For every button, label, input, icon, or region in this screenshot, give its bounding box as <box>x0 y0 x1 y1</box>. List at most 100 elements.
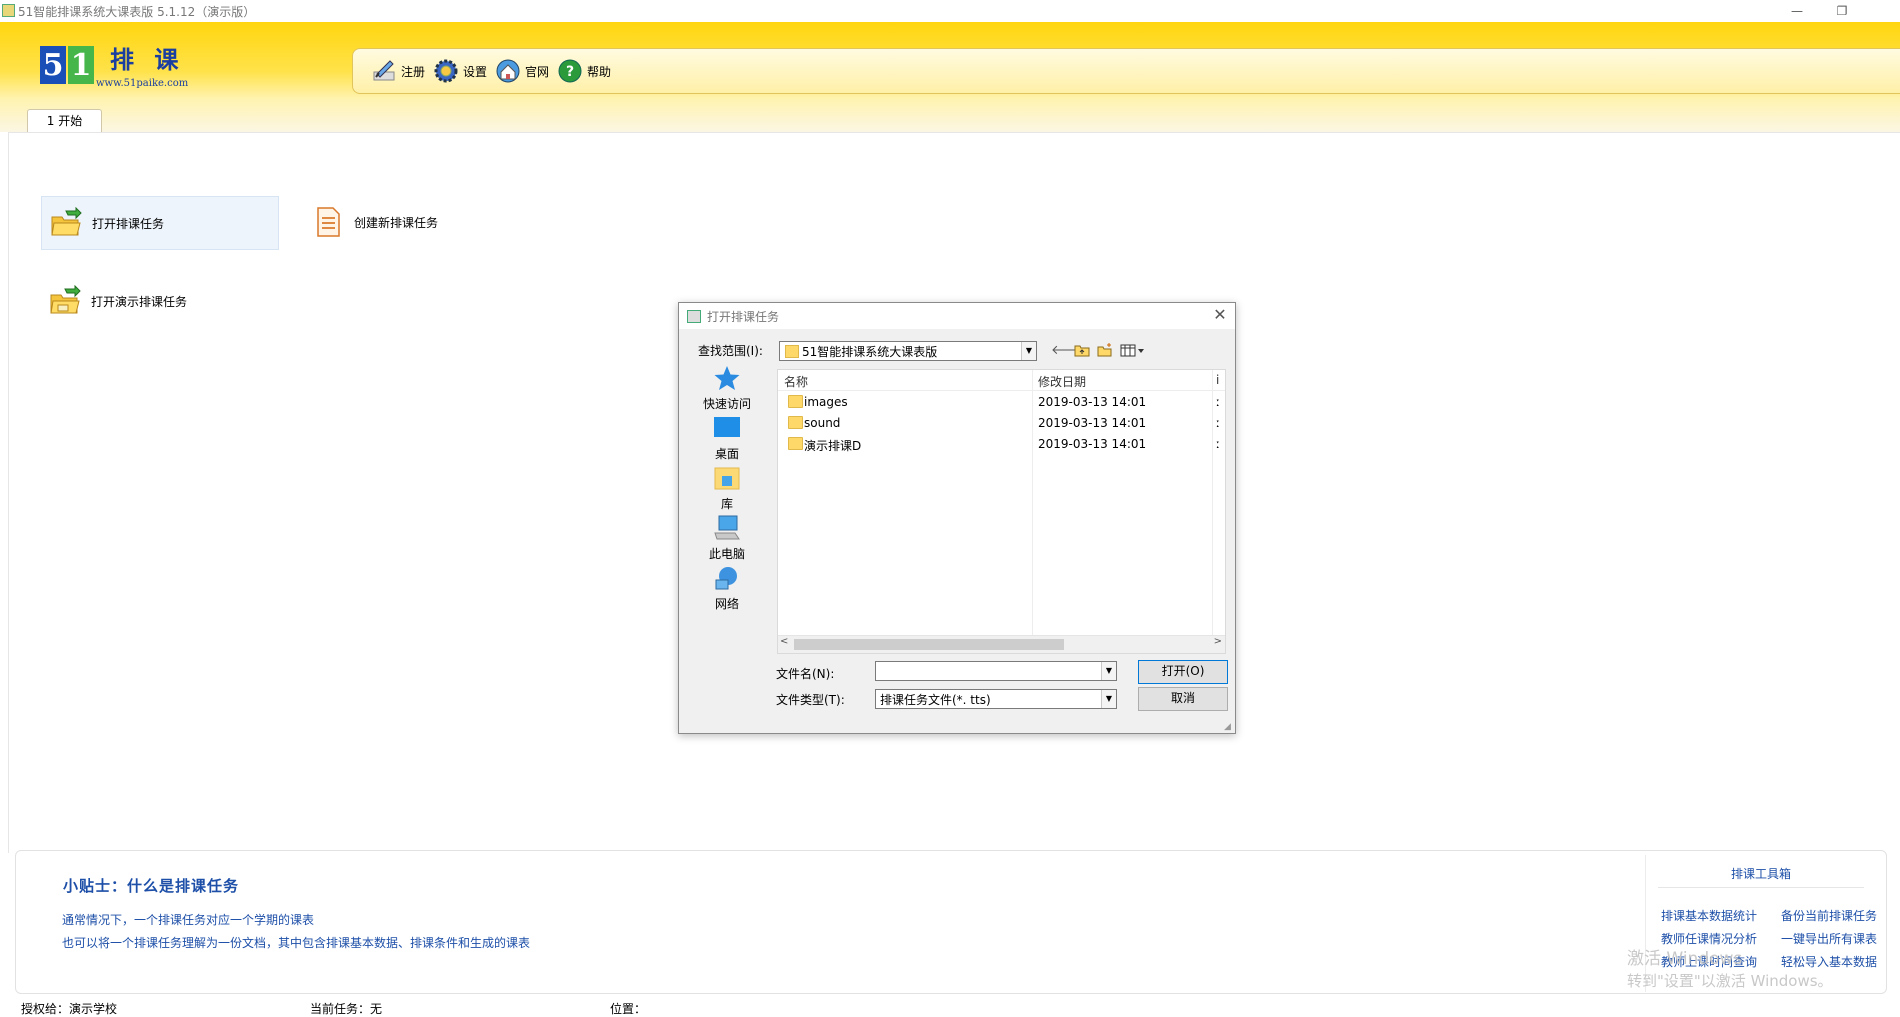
tips-panel: 小贴士：什么是排课任务 通常情况下，一个排课任务对应一个学期的课表 也可以将一个… <box>15 850 1887 994</box>
create-task-label: 创建新排课任务 <box>354 215 439 230</box>
cancel-button[interactable]: 取消 <box>1138 687 1228 711</box>
open-task-label: 打开排课任务 <box>92 216 165 231</box>
status-bar: 授权给：演示学校 当前任务：无 位置： <box>0 997 1900 1016</box>
filename-input[interactable]: ▼ <box>875 661 1117 681</box>
place-desktop[interactable]: 桌面 <box>689 415 765 462</box>
register-icon <box>373 60 395 81</box>
toolbar: 注册 设置 官网 ? 帮助 <box>352 48 1900 94</box>
quick-access-star-icon <box>714 366 740 390</box>
open-folder-icon <box>51 207 82 236</box>
place-network[interactable]: 网络 <box>689 565 765 612</box>
place-label: 库 <box>720 497 733 511</box>
help-label: 帮助 <box>587 64 612 79</box>
file-date: 2019-03-13 14:01 <box>1038 437 1147 451</box>
filetype-value: 排课任务文件(*. tts) <box>880 693 991 707</box>
logo-digit-1: 1 <box>68 46 94 84</box>
settings-label: 设置 <box>463 64 488 79</box>
chevron-down-icon[interactable]: ▼ <box>1101 690 1116 708</box>
settings-button[interactable]: 设置 <box>433 55 487 87</box>
resize-grip-icon[interactable]: ◢ <box>1224 722 1234 732</box>
file-row[interactable]: sound 2019-03-13 14:01 ː <box>778 413 1225 433</box>
open-demo-folder-icon <box>50 285 81 314</box>
column-extra-header[interactable]: i <box>1216 373 1219 387</box>
place-label: 快速访问 <box>702 397 751 411</box>
window-title: 51智能排课系统大课表版 5.1.12（演示版） <box>18 5 256 19</box>
tab-start[interactable]: 1 开始 <box>27 109 102 133</box>
file-date: 2019-03-13 14:01 <box>1038 416 1147 430</box>
settings-gear-icon <box>434 59 458 83</box>
logo: 51 排 课 www.51paike.com <box>40 46 188 89</box>
toolbox-link[interactable]: 备份当前排课任务 <box>1781 907 1877 924</box>
toolbox-link[interactable]: 排课基本数据统计 <box>1661 907 1757 924</box>
column-name-header[interactable]: 名称 <box>784 373 808 390</box>
folder-icon <box>788 416 803 429</box>
register-button[interactable]: 注册 <box>371 55 425 87</box>
horizontal-scrollbar[interactable]: < > <box>778 635 1225 653</box>
scrollbar-thumb[interactable] <box>794 639 1064 650</box>
toolbox-heading: 排课工具箱 <box>1730 867 1791 881</box>
file-extra: ː <box>1216 437 1221 451</box>
scroll-right-icon[interactable]: > <box>1214 636 1222 647</box>
dialog-title: 打开排课任务 <box>707 310 780 324</box>
toolbox-link[interactable]: 一键导出所有课表 <box>1781 930 1877 947</box>
file-row[interactable]: 演示排课D 2019-03-13 14:01 ː <box>778 434 1225 454</box>
status-licensee: 授权给：演示学校 <box>21 1002 118 1016</box>
back-arrow-icon[interactable]: 🡐 <box>1051 343 1086 359</box>
open-button[interactable]: 打开(O) <box>1138 660 1228 684</box>
minimize-button[interactable]: — <box>1777 2 1817 20</box>
logo-digit-5: 5 <box>40 46 66 84</box>
help-button[interactable]: ? 帮助 <box>557 55 611 87</box>
this-pc-icon <box>714 515 740 540</box>
tips-line-1: 通常情况下，一个排课任务对应一个学期的课表 <box>62 913 315 927</box>
chevron-down-icon[interactable]: ▼ <box>1021 342 1036 360</box>
look-in-label: 查找范围(I): <box>698 344 763 358</box>
open-demo-action[interactable]: 打开演示排课任务 <box>49 285 187 317</box>
new-document-icon <box>317 207 340 237</box>
header: 51 排 课 www.51paike.com 注册 设置 官网 ? 帮助 1 开… <box>0 22 1900 133</box>
status-location: 位置： <box>610 1002 647 1016</box>
open-task-action[interactable]: 打开排课任务 <box>41 196 279 250</box>
scroll-left-icon[interactable]: < <box>780 636 788 647</box>
desktop-icon <box>714 417 740 437</box>
sort-up-icon: ^ <box>928 369 936 377</box>
logo-url: www.51paike.com <box>96 78 189 89</box>
filename-label: 文件名(N): <box>776 667 835 681</box>
folder-icon <box>788 395 803 408</box>
filetype-label: 文件类型(T): <box>776 693 845 707</box>
place-label: 此电脑 <box>708 547 745 561</box>
file-row[interactable]: images 2019-03-13 14:01 ː <box>778 392 1225 412</box>
file-list: ^ 名称 修改日期 i images 2019-03-13 14:01 ː so… <box>777 369 1226 654</box>
dialog-app-icon <box>687 310 701 323</box>
file-name: 演示排课D <box>804 439 862 453</box>
toolbox-link[interactable]: 轻松导入基本数据 <box>1781 953 1877 970</box>
website-home-icon <box>496 59 520 83</box>
look-in-value: 51智能排课系统大课表版 <box>802 345 938 359</box>
status-current-task: 当前任务：无 <box>310 1002 383 1016</box>
folder-icon <box>788 437 803 450</box>
folder-icon <box>785 345 799 358</box>
network-icon <box>715 567 737 590</box>
help-icon: ? <box>558 59 582 83</box>
place-library[interactable]: 库 <box>689 465 765 512</box>
logo-name: 排 课 <box>110 45 185 74</box>
dialog-close-icon[interactable]: ✕ <box>1211 306 1229 324</box>
up-folder-icon[interactable] <box>1073 343 1091 359</box>
restore-button[interactable]: ❐ <box>1822 2 1862 20</box>
open-demo-label: 打开演示排课任务 <box>91 294 188 309</box>
view-menu-icon[interactable] <box>1119 343 1147 359</box>
chevron-down-icon[interactable]: ▼ <box>1101 662 1116 680</box>
place-this-pc[interactable]: 此电脑 <box>689 515 765 562</box>
look-in-dropdown[interactable]: 51智能排课系统大课表版 ▼ <box>779 341 1037 361</box>
place-label: 网络 <box>714 597 739 611</box>
column-date-header[interactable]: 修改日期 <box>1038 373 1086 390</box>
place-quick-access[interactable]: 快速访问 <box>689 365 765 412</box>
new-folder-icon[interactable] <box>1096 343 1114 359</box>
website-button[interactable]: 官网 <box>495 55 549 87</box>
create-task-action[interactable]: 创建新排课任务 <box>312 206 438 238</box>
title-bar: 51智能排课系统大课表版 5.1.12（演示版） — ❐ <box>0 0 1900 22</box>
place-label: 桌面 <box>714 447 739 461</box>
file-name: images <box>804 395 848 409</box>
file-list-header: ^ 名称 修改日期 i <box>778 370 1225 391</box>
filetype-dropdown[interactable]: 排课任务文件(*. tts) ▼ <box>875 689 1117 709</box>
tips-heading: 小贴士：什么是排课任务 <box>63 877 240 895</box>
